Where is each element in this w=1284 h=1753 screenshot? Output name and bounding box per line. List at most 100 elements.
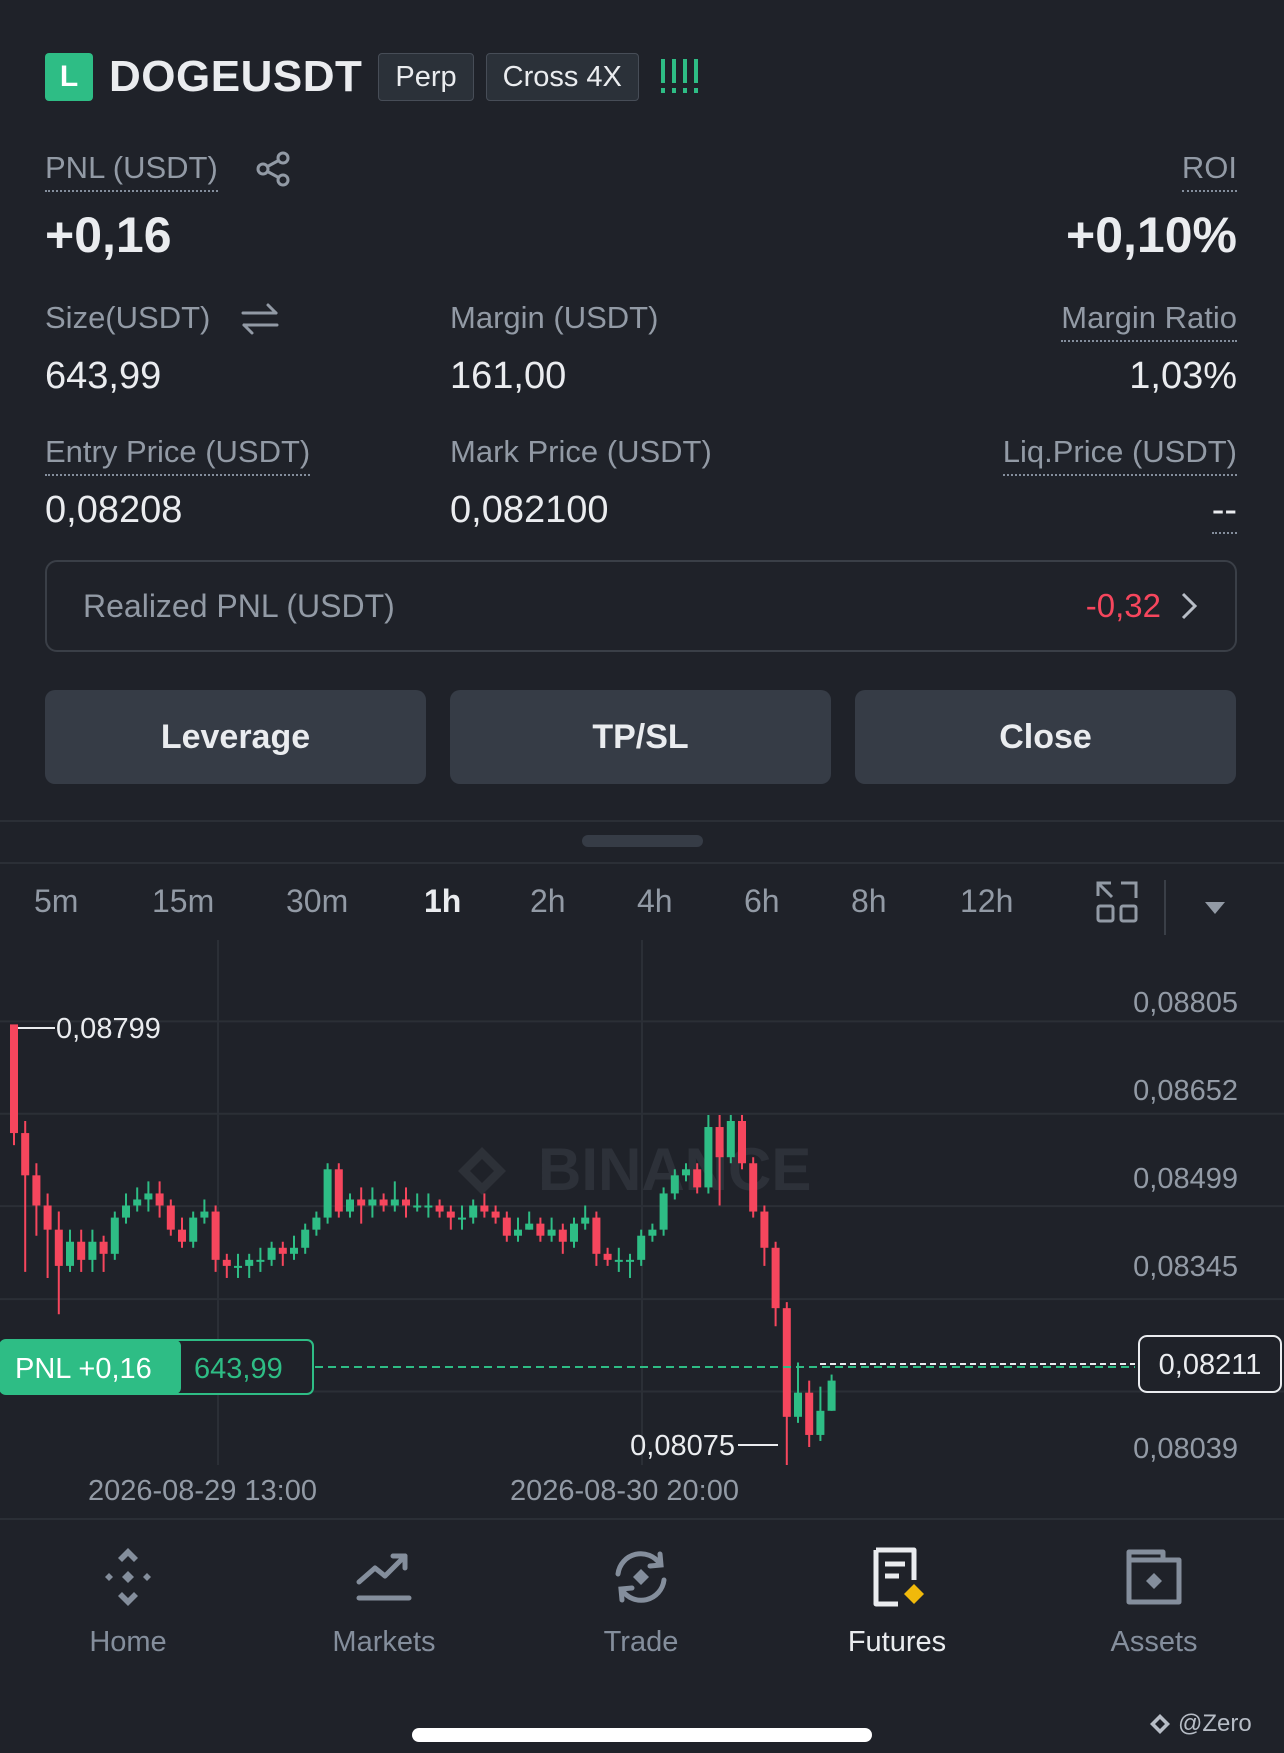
candle-down	[738, 1120, 746, 1164]
high-price-label: 0,08799	[56, 1013, 161, 1045]
interval-tab[interactable]: 2h	[530, 883, 566, 920]
home-indicator[interactable]	[412, 1728, 872, 1742]
low-price-label: 0,08075	[630, 1430, 735, 1462]
candle-down	[334, 1169, 343, 1212]
mark-price-label: Mark Price (USDT)	[450, 434, 712, 469]
candle-up	[413, 1205, 422, 1208]
candle-down	[603, 1253, 612, 1260]
candle-up	[637, 1235, 646, 1260]
entry-price-label[interactable]: Entry Price (USDT)	[45, 434, 311, 476]
high-marker: 0,08799	[18, 1013, 161, 1045]
current-price-label: 0,08211	[1159, 1349, 1262, 1381]
nav-label: Markets	[332, 1626, 436, 1658]
y-tick-label: 0,08039	[1133, 1433, 1238, 1465]
drag-handle[interactable]	[582, 835, 703, 847]
nav-home[interactable]: Home	[28, 1520, 228, 1659]
candle-up	[648, 1229, 657, 1236]
close-position-button[interactable]: Close	[855, 690, 1236, 784]
candle-up	[368, 1199, 377, 1206]
pnl-value: +0,16	[45, 207, 172, 263]
risk-bars-icon	[660, 59, 698, 93]
y-tick-label: 0,08345	[1133, 1251, 1238, 1283]
y-tick-label: 0,08805	[1133, 987, 1238, 1019]
nav-label: Assets	[1110, 1626, 1198, 1658]
interval-tab-active[interactable]: 1h	[424, 883, 461, 920]
tpsl-button[interactable]: TP/SL	[450, 690, 831, 784]
interval-tab[interactable]: 5m	[34, 883, 78, 920]
candle-down	[446, 1211, 455, 1218]
x-tick-label: 2026-08-29 13:00	[88, 1475, 317, 1507]
candle-down	[99, 1241, 108, 1254]
candle-up	[525, 1223, 534, 1230]
candlestick-chart[interactable]: BINANCE 0,08799 0,08075 0,08805 0,08652 …	[0, 940, 1284, 1465]
footer-mark: @Zero	[1178, 1710, 1252, 1737]
nav-assets[interactable]: Assets	[1054, 1520, 1254, 1659]
candle-down	[379, 1199, 388, 1206]
pnl-position-tag[interactable]: PNL +0,16 643,99	[0, 1339, 314, 1395]
size-value: 643,99	[45, 355, 162, 397]
candle-up	[234, 1265, 242, 1268]
pnl-label[interactable]: PNL (USDT)	[45, 150, 218, 192]
candle-up	[88, 1241, 97, 1260]
interval-tab[interactable]: 8h	[851, 883, 887, 920]
nav-trade[interactable]: Trade	[541, 1520, 741, 1659]
nav-markets[interactable]: Markets	[284, 1520, 484, 1659]
binance-home-icon	[105, 1548, 151, 1606]
candle-down	[278, 1247, 287, 1254]
realized-pnl-row[interactable]: Realized PNL (USDT) -0,32	[45, 560, 1237, 652]
position-header: L DOGEUSDT Perp Cross 4X	[45, 52, 703, 102]
liq-price-value: --	[1211, 489, 1237, 534]
candle-up	[301, 1229, 310, 1248]
candle-up	[144, 1193, 153, 1200]
candle-up	[704, 1127, 713, 1188]
realized-pnl-label: Realized PNL (USDT)	[83, 587, 395, 624]
realized-pnl-value: -0,32	[1085, 587, 1161, 624]
candle-down	[715, 1127, 724, 1158]
nav-label: Trade	[603, 1626, 679, 1658]
candle-up	[110, 1217, 119, 1254]
share-icon[interactable]	[254, 150, 292, 188]
candle-up	[816, 1410, 825, 1435]
interval-tab[interactable]: 6h	[744, 883, 780, 920]
symbol-title[interactable]: DOGEUSDT	[109, 52, 362, 102]
roi-value: +0,10%	[1066, 207, 1237, 263]
candle-down	[10, 1024, 18, 1134]
cross-leverage-tag[interactable]: Cross 4X	[485, 53, 639, 101]
candle-down	[178, 1229, 186, 1242]
candle-up	[122, 1205, 130, 1218]
fullscreen-icon[interactable]	[1095, 880, 1139, 924]
candle-up	[267, 1247, 276, 1260]
roi-label[interactable]: ROI	[1181, 150, 1237, 192]
candle-down	[771, 1247, 780, 1309]
interval-tab[interactable]: 15m	[152, 883, 214, 920]
candle-up	[245, 1259, 254, 1266]
candle-up	[570, 1223, 578, 1242]
candle-up	[726, 1120, 735, 1158]
candle-down	[435, 1205, 444, 1212]
margin-ratio-label[interactable]: Margin Ratio	[1061, 300, 1237, 342]
candles-layer	[10, 1024, 836, 1465]
interval-tab[interactable]: 12h	[960, 883, 1013, 920]
swap-unit-icon[interactable]	[240, 301, 280, 337]
candle-down	[693, 1169, 702, 1188]
interval-tab[interactable]: 4h	[637, 883, 673, 920]
nav-futures[interactable]: Futures	[797, 1520, 997, 1659]
candle-down	[32, 1175, 41, 1206]
candle-down	[502, 1217, 511, 1236]
candle-down	[222, 1259, 231, 1266]
interval-tab[interactable]: 30m	[286, 883, 348, 920]
candle-up	[682, 1169, 690, 1176]
liq-price-label[interactable]: Liq.Price (USDT)	[1002, 434, 1237, 476]
candle-down	[77, 1241, 86, 1260]
leverage-button[interactable]: Leverage	[45, 690, 426, 784]
candle-down	[536, 1223, 545, 1236]
candle-up	[390, 1199, 399, 1206]
chevron-down-icon[interactable]	[1203, 900, 1227, 916]
candle-up	[189, 1217, 198, 1242]
chevron-right-icon	[1181, 592, 1198, 620]
candle-down	[760, 1211, 769, 1248]
candle-down	[54, 1229, 63, 1266]
candle-up	[66, 1241, 74, 1266]
entry-price-value: 0,08208	[45, 489, 183, 531]
section-divider	[0, 820, 1284, 822]
